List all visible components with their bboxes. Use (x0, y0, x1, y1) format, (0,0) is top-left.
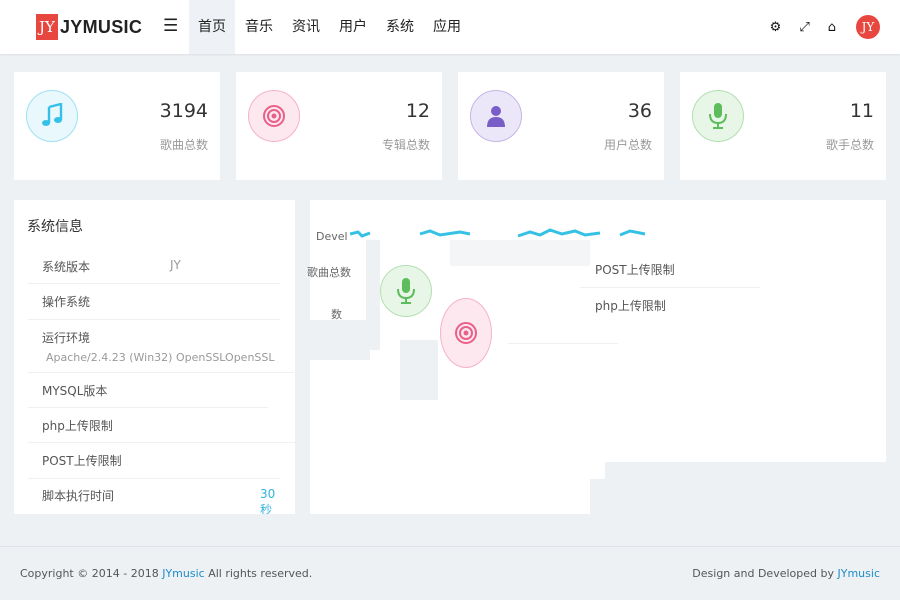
info-value: 30秒 (260, 487, 276, 514)
stat-label: 用户总数 (603, 138, 652, 152)
microphone-icon (692, 90, 744, 142)
avatar[interactable]: JY (856, 15, 880, 39)
info-row-post-upload: POST上传限制 (28, 443, 280, 479)
system-info-panel: 系统信息 系统版本 JY 操作系统 运行环境 Apache/2.4.23 (Wi… (14, 200, 295, 514)
info-key: 运行环境 (42, 331, 91, 345)
stat-value: 11 (849, 100, 874, 122)
render-gap (310, 320, 370, 360)
music-note-icon (26, 90, 78, 142)
menu-toggle-icon[interactable]: ☰ (163, 16, 178, 36)
stat-value: 3194 (159, 100, 208, 122)
disc-icon (440, 298, 492, 368)
glitch-text-post-limit: POST上传限制 (595, 263, 675, 277)
glitch-text-php-limit: php上传限制 (595, 299, 666, 313)
stat-label: 歌曲总数 (159, 138, 208, 152)
info-row-exec-time: 脚本执行时间 30秒 (28, 479, 280, 514)
info-row-mysql: MYSQL版本 (28, 373, 268, 408)
info-value: JY (170, 258, 181, 272)
overlay-panel: Devel 歌曲总数 数 POST上传限制 php上传限制 (307, 200, 886, 479)
render-gap (605, 462, 886, 479)
info-key: MYSQL版本 (42, 384, 108, 398)
stat-card-albums: 12 专辑总数 (236, 72, 442, 180)
brand-link[interactable]: JYmusic (162, 567, 205, 580)
info-key: 操作系统 (42, 295, 91, 309)
torn-edge-decoration (350, 228, 646, 238)
info-row-runtime: 运行环境 Apache/2.4.23 (Win32) OpenSSLOpenSS… (28, 320, 294, 373)
nav-item-home[interactable]: 首页 (189, 0, 235, 54)
stat-value: 36 (627, 100, 652, 122)
info-key: 脚本执行时间 (42, 489, 115, 503)
disc-icon (248, 90, 300, 142)
render-gap (366, 240, 380, 350)
divider (508, 343, 618, 344)
glitch-text-song-total: 歌曲总数 (307, 266, 351, 279)
nav-item-music[interactable]: 音乐 (236, 0, 282, 54)
credit-brand-link[interactable]: JYmusic (838, 567, 881, 580)
copyright-prefix: Copyright © 2014 - 2018 (20, 567, 159, 580)
glitch-text-fragment: 数 (331, 308, 342, 321)
info-row-php-upload: php上传限制 (28, 408, 295, 443)
overlay-panel-bottom (310, 479, 590, 514)
footer-copyright: Copyright © 2014 - 2018 JYmusic All righ… (20, 567, 312, 580)
stat-card-songs: 3194 歌曲总数 (14, 72, 220, 180)
stat-card-singers: 11 歌手总数 (680, 72, 886, 180)
runtime-value: Apache/2.4.23 (Win32) OpenSSLOpenSSL (46, 351, 275, 364)
info-key: 系统版本 (42, 260, 91, 274)
logo-mark: JY (36, 14, 58, 40)
stat-label: 专辑总数 (381, 138, 430, 152)
stat-card-users: 36 用户总数 (458, 72, 664, 180)
nav-item-apps[interactable]: 应用 (424, 0, 470, 54)
gear-icon[interactable]: ⚙ (770, 20, 782, 35)
info-row-version: 系统版本 JY (28, 248, 280, 284)
panel-title: 系统信息 (27, 219, 83, 235)
fullscreen-icon[interactable]: ⤢ (799, 20, 809, 35)
top-header: JY JYMUSIC ☰ 首页 音乐 资讯 用户 系统 应用 ⚙ ⤢ ⌂ JY (0, 0, 900, 54)
user-icon (470, 90, 522, 142)
header-tools: ⚙ ⤢ ⌂ JY (752, 0, 880, 54)
glitch-text-dev: Devel (316, 230, 348, 243)
info-key: php上传限制 (42, 419, 113, 433)
footer: Copyright © 2014 - 2018 JYmusic All righ… (0, 546, 900, 600)
nav-item-system[interactable]: 系统 (377, 0, 423, 54)
render-gap (400, 340, 438, 400)
nav-item-news[interactable]: 资讯 (283, 0, 329, 54)
stat-value: 12 (405, 100, 430, 122)
footer-credit: Design and Developed by JYmusic (692, 567, 880, 580)
logo-text: JYMUSIC (60, 16, 143, 37)
main-nav: 首页 音乐 资讯 用户 系统 应用 (189, 0, 471, 54)
microphone-icon (380, 265, 432, 317)
copyright-suffix: All rights reserved. (208, 567, 313, 580)
credit-prefix: Design and Developed by (692, 567, 834, 580)
home-icon[interactable]: ⌂ (828, 20, 836, 35)
stat-label: 歌手总数 (825, 138, 874, 152)
divider (580, 287, 760, 288)
info-row-os: 操作系统 (28, 284, 280, 320)
logo[interactable]: JY JYMUSIC (36, 14, 142, 40)
info-key: POST上传限制 (42, 454, 122, 468)
nav-item-users[interactable]: 用户 (330, 0, 376, 54)
